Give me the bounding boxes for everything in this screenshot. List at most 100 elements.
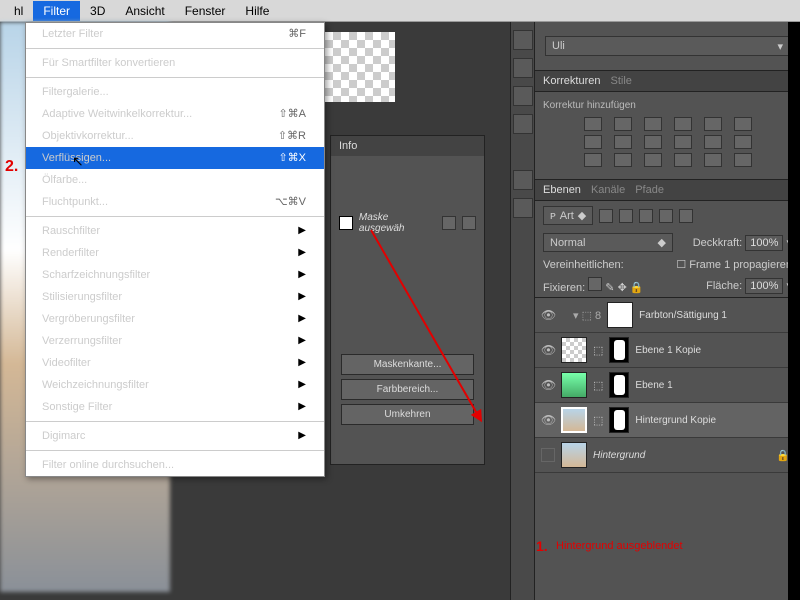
- layer-name: Ebene 1 Kopie: [635, 345, 701, 356]
- dd-vergroeberung[interactable]: Vergröberungsfilter▶: [26, 308, 324, 330]
- dd-objektiv[interactable]: Objektivkorrektur...⇧⌘R: [26, 125, 324, 147]
- layer-row[interactable]: 👁 ⬚ Ebene 1: [535, 368, 800, 403]
- filter-adj-icon[interactable]: [619, 209, 633, 223]
- adj-icon[interactable]: [674, 117, 692, 131]
- adj-icon[interactable]: [614, 135, 632, 149]
- opacity-value[interactable]: 100%: [745, 235, 783, 251]
- menu-hilfe[interactable]: Hilfe: [235, 1, 279, 21]
- dd-verfluessigen[interactable]: Verflüssigen...⇧⌘X: [26, 147, 324, 169]
- adj-icon[interactable]: [674, 153, 692, 167]
- layer-kind-select[interactable]: ᴘArt◆: [543, 206, 593, 225]
- adj-icon[interactable]: [734, 153, 752, 167]
- adj-icon[interactable]: [734, 135, 752, 149]
- adj-icon[interactable]: [704, 153, 722, 167]
- tab-korrekturen[interactable]: Korrekturen: [543, 75, 600, 87]
- unify-label: Vereinheitlichen:: [543, 259, 624, 271]
- layer-name: Farbton/Sättigung 1: [639, 310, 727, 321]
- eye-icon[interactable]: 👁: [541, 343, 555, 357]
- strip-icon[interactable]: [513, 86, 533, 106]
- adj-icon[interactable]: [584, 153, 602, 167]
- tab-pfade[interactable]: Pfade: [635, 184, 664, 196]
- dd-fluchtpunkt[interactable]: Fluchtpunkt...⌥⌘V: [26, 191, 324, 213]
- layer-thumb: [561, 337, 587, 363]
- tab-kanaele[interactable]: Kanäle: [591, 184, 625, 196]
- filter-shape-icon[interactable]: [659, 209, 673, 223]
- adj-icon[interactable]: [614, 153, 632, 167]
- farbbereich-button[interactable]: Farbbereich...: [341, 379, 474, 400]
- mask-opt-icon[interactable]: [442, 216, 456, 230]
- umkehren-button[interactable]: Umkehren: [341, 404, 474, 425]
- layer-thumb: [561, 372, 587, 398]
- adj-icon[interactable]: [584, 135, 602, 149]
- dd-rauschfilter[interactable]: Rauschfilter▶: [26, 220, 324, 242]
- dd-renderfilter[interactable]: Renderfilter▶: [26, 242, 324, 264]
- layer-thumb: [561, 442, 587, 468]
- adj-icon[interactable]: [704, 117, 722, 131]
- dd-digimarc[interactable]: Digimarc▶: [26, 425, 324, 447]
- mask-thumb: [609, 407, 629, 433]
- adj-icon[interactable]: [644, 153, 662, 167]
- adj-icon[interactable]: [584, 117, 602, 131]
- filter-pixel-icon[interactable]: [599, 209, 613, 223]
- layer-row[interactable]: 👁 ⬚ Hintergrund Kopie: [535, 403, 800, 438]
- adj-icon[interactable]: [704, 135, 722, 149]
- opacity-label: Deckkraft:: [693, 237, 743, 249]
- layer-row[interactable]: 👁 ▾ ⬚ 8 Farbton/Sättigung 1: [535, 298, 800, 333]
- dark-edge: [788, 22, 800, 600]
- menubar: hl Filter 3D Ansicht Fenster Hilfe: [0, 0, 800, 22]
- dd-videofilter[interactable]: Videofilter▶: [26, 352, 324, 374]
- eye-icon[interactable]: 👁: [541, 378, 555, 392]
- dd-verzerrung[interactable]: Verzerrungsfilter▶: [26, 330, 324, 352]
- dd-oelfarbe[interactable]: Ölfarbe...: [26, 169, 324, 191]
- link-icon: ⬚: [593, 379, 603, 392]
- layer-row[interactable]: 👁 ⬚ Ebene 1 Kopie: [535, 333, 800, 368]
- dd-sonstige[interactable]: Sonstige Filter▶: [26, 396, 324, 418]
- info-panel: Info Maske ausgewäh Maskenkante... Farbb…: [330, 135, 485, 465]
- eye-icon[interactable]: 👁: [541, 308, 555, 322]
- adj-icon[interactable]: [614, 117, 632, 131]
- info-tab[interactable]: Info: [331, 136, 484, 156]
- mask-opt2-icon[interactable]: [462, 216, 476, 230]
- layer-thumb: [607, 302, 633, 328]
- strip-icon[interactable]: [513, 30, 533, 50]
- dd-weitwinkel[interactable]: Adaptive Weitwinkelkorrektur...⇧⌘A: [26, 103, 324, 125]
- menu-ansicht[interactable]: Ansicht: [115, 1, 174, 21]
- menu-fenster[interactable]: Fenster: [175, 1, 236, 21]
- tab-ebenen[interactable]: Ebenen: [543, 184, 581, 196]
- adj-add-label: Korrektur hinzufügen: [543, 100, 792, 111]
- adj-icon[interactable]: [644, 135, 662, 149]
- dd-weichzeichnung[interactable]: Weichzeichnungsfilter▶: [26, 374, 324, 396]
- chevron-down-icon: ▾: [777, 40, 783, 53]
- strip-icon[interactable]: [513, 58, 533, 78]
- menu-auswahl[interactable]: hl: [4, 1, 33, 21]
- adj-icon[interactable]: [734, 117, 752, 131]
- eye-icon[interactable]: [541, 448, 555, 462]
- layer-row[interactable]: Hintergrund 🔒: [535, 438, 800, 473]
- eye-icon[interactable]: 👁: [541, 413, 555, 427]
- dd-last-filter: Letzter Filter⌘F: [26, 23, 324, 45]
- dd-smartfilter[interactable]: Für Smartfilter konvertieren: [26, 52, 324, 74]
- lock-trans-icon[interactable]: [588, 277, 602, 291]
- dd-stilisierung[interactable]: Stilisierungsfilter▶: [26, 286, 324, 308]
- annotation-1-text: Hintergrund ausgeblendet: [556, 540, 683, 552]
- menu-3d[interactable]: 3D: [80, 1, 115, 21]
- layer-name: Hintergrund Kopie: [635, 415, 716, 426]
- adj-icon[interactable]: [644, 117, 662, 131]
- menu-filter[interactable]: Filter: [33, 1, 80, 21]
- dd-filtergalerie[interactable]: Filtergalerie...: [26, 81, 324, 103]
- strip-icon[interactable]: [513, 170, 533, 190]
- fill-value[interactable]: 100%: [745, 278, 783, 294]
- lock-label: Fixieren:: [543, 282, 585, 294]
- strip-icon[interactable]: [513, 198, 533, 218]
- filter-type-icon[interactable]: [639, 209, 653, 223]
- dd-scharfzeichnung[interactable]: Scharfzeichnungsfilter▶: [26, 264, 324, 286]
- adj-icon[interactable]: [674, 135, 692, 149]
- tab-stile[interactable]: Stile: [610, 75, 631, 87]
- user-dropdown[interactable]: Uli▾: [545, 36, 790, 56]
- strip-icon[interactable]: [513, 114, 533, 134]
- filter-smart-icon[interactable]: [679, 209, 693, 223]
- link-icon: ⬚: [593, 344, 603, 357]
- blend-mode-select[interactable]: Normal◆: [543, 233, 673, 252]
- dd-online[interactable]: Filter online durchsuchen...: [26, 454, 324, 476]
- layer-list: 👁 ▾ ⬚ 8 Farbton/Sättigung 1 👁 ⬚ Ebene 1 …: [535, 297, 800, 473]
